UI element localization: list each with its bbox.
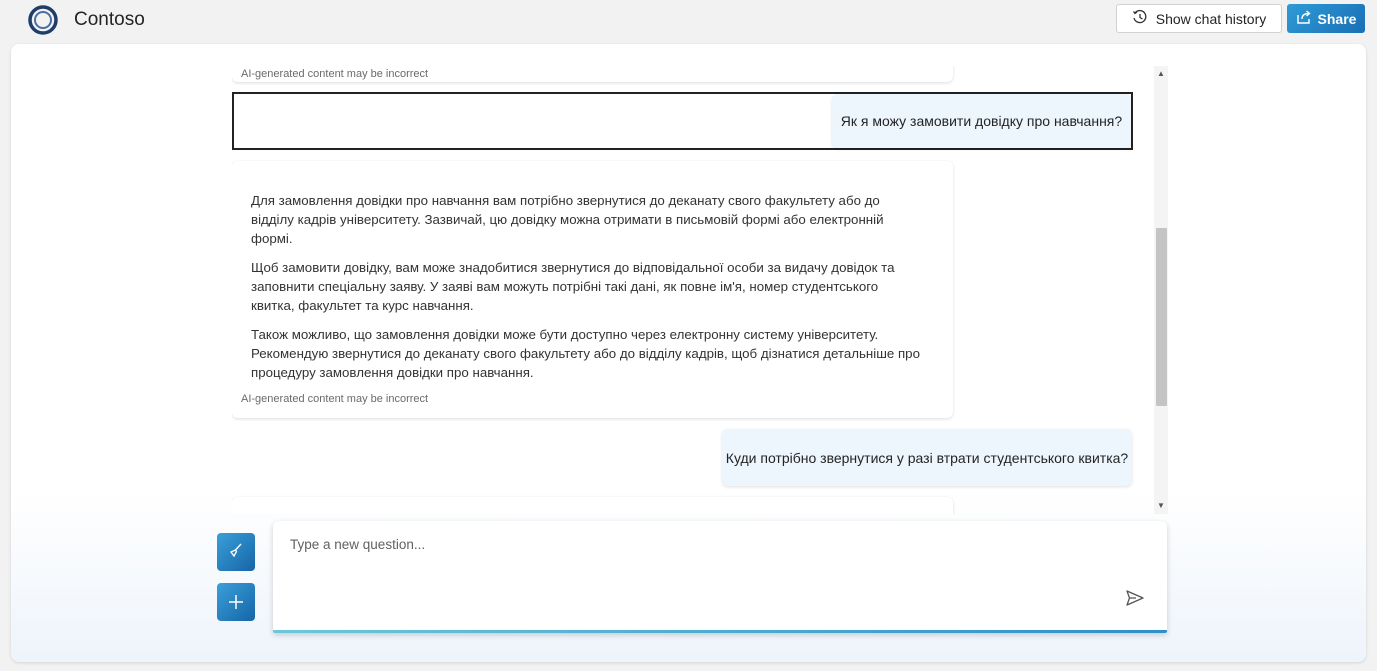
assistant-answer-card: Для замовлення довідки про навчання вам … xyxy=(232,161,953,418)
scroll-thumb[interactable] xyxy=(1156,228,1167,406)
clear-chat-button[interactable] xyxy=(217,533,255,571)
send-button[interactable] xyxy=(1124,589,1146,611)
ai-disclaimer: AI-generated content may be incorrect xyxy=(241,393,429,405)
send-icon xyxy=(1125,588,1145,613)
share-button-label: Share xyxy=(1317,10,1357,27)
answer-paragraph: Для замовлення довідки про навчання вам … xyxy=(251,193,884,246)
plus-icon xyxy=(227,587,245,618)
answer-paragraph: Також можливо, що замовлення довідки мож… xyxy=(251,327,920,380)
scroll-up-arrow-icon[interactable]: ▲ xyxy=(1154,68,1168,80)
scroll-down-arrow-icon[interactable]: ▼ xyxy=(1154,500,1168,512)
ring-logo-icon xyxy=(27,4,59,36)
share-button[interactable]: Share xyxy=(1287,4,1365,33)
user-message: Куди потрібно звернутися у разі втрати с… xyxy=(722,429,1132,486)
previous-answer-card: AI-generated content may be incorrect xyxy=(232,66,953,82)
question-input[interactable] xyxy=(290,537,1110,597)
question-input-container xyxy=(273,521,1167,633)
show-chat-history-button[interactable]: Show chat history xyxy=(1116,4,1282,33)
broom-icon xyxy=(227,541,245,564)
brand-name: Contoso xyxy=(74,9,145,30)
share-icon xyxy=(1296,9,1312,28)
history-clock-icon xyxy=(1132,9,1148,28)
user-message: Як я можу замовити довідку про навчання? xyxy=(832,94,1131,148)
ai-disclaimer: AI-generated content may be incorrect xyxy=(241,68,429,80)
chat-messages: AI-generated content may be incorrect Як… xyxy=(232,66,1154,514)
app-header: Contoso Show chat history Share xyxy=(0,0,1377,40)
input-focus-underline xyxy=(273,630,1167,633)
answer-paragraph: Щоб замовити довідку, вам може знадобити… xyxy=(251,260,895,313)
answer-text: Для замовлення довідки про навчання вам … xyxy=(251,191,921,392)
history-button-label: Show chat history xyxy=(1155,10,1267,27)
new-chat-button[interactable] xyxy=(217,583,255,621)
chat-scrollbar[interactable]: ▲ ▼ xyxy=(1154,66,1168,514)
pending-answer-card xyxy=(232,497,953,514)
